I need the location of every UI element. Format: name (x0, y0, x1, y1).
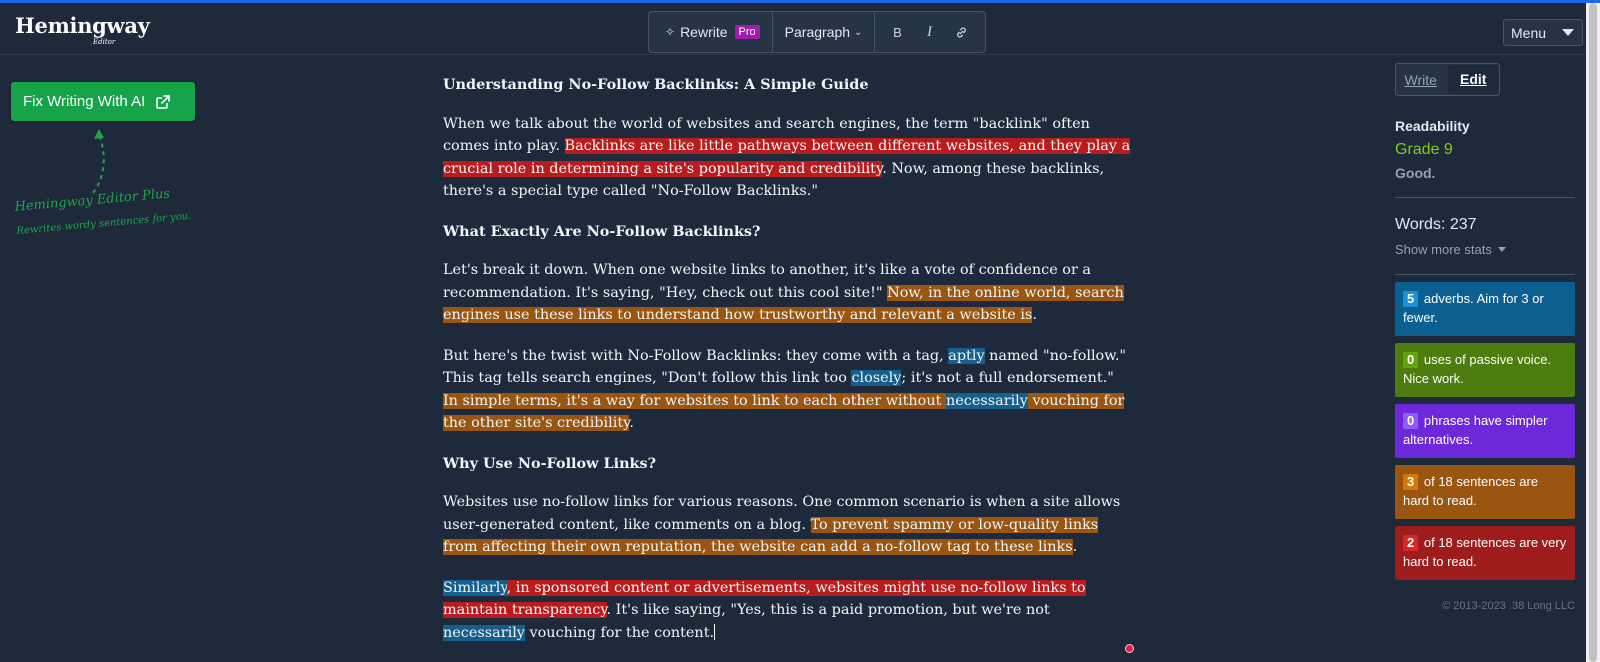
fix-writing-label: Fix Writing With AI (23, 93, 146, 110)
grade-level: Grade 9 (1395, 141, 1453, 158)
copyright: © 2013-2023 .38 Long LLC (1442, 600, 1575, 612)
adverb-highlight: closely (851, 370, 902, 386)
grade-description: Good. (1395, 165, 1436, 181)
very-hard-sentences-stat: 2 of 18 sentences are very hard to read. (1395, 526, 1575, 580)
show-more-label: Show more stats (1395, 242, 1492, 257)
readability-label: Readability (1395, 118, 1470, 134)
bold-button[interactable]: B (883, 18, 911, 46)
adverbs-stat: 5 adverbs. Aim for 3 or fewer. (1395, 282, 1575, 336)
divider (1395, 274, 1575, 275)
scrollbar[interactable] (1586, 3, 1600, 662)
format-buttons: B I (875, 12, 983, 52)
stat-text: of 18 sentences are very hard to read. (1403, 535, 1567, 569)
adverb-highlight: Similarly (443, 579, 507, 596)
stat-count: 0 (1403, 413, 1419, 429)
text-caret (714, 623, 716, 640)
stat-count: 5 (1403, 291, 1419, 307)
editor-plus-subtitle: Rewrites wordy sentences for you. (16, 210, 192, 237)
fix-writing-ai-button[interactable]: Fix Writing With AI (11, 82, 195, 121)
document-editor[interactable]: Understanding No-Follow Backlinks: A Sim… (443, 74, 1133, 662)
mode-toggle: Write Edit (1395, 63, 1500, 96)
hard-sentences-stat: 3 of 18 sentences are hard to read. (1395, 465, 1575, 519)
paragraph-dropdown[interactable]: Paragraph ⌄ (773, 12, 876, 52)
document-title: Understanding No-Follow Backlinks: A Sim… (443, 76, 869, 93)
sparkle-icon: ✧ (665, 25, 676, 39)
pro-badge: Pro (734, 25, 760, 39)
chevron-down-icon: ⌄ (854, 26, 863, 38)
simpler-phrases-stat: 0 phrases have simpler alternatives. (1395, 404, 1575, 458)
edit-mode-button[interactable]: Edit (1447, 65, 1499, 94)
paragraph-3: But here's the twist with No-Follow Back… (443, 347, 1127, 431)
stat-count: 0 (1403, 352, 1419, 368)
heading-no-follow: What Exactly Are No-Follow Backlinks? (443, 222, 761, 240)
stat-text: phrases have simpler alternatives. (1403, 413, 1548, 447)
menu-button[interactable]: Menu (1503, 19, 1583, 46)
link-icon (957, 26, 966, 38)
scrollbar-thumb[interactable] (1589, 3, 1597, 662)
paragraph-label: Paragraph (784, 24, 851, 40)
dashed-arrow-icon (92, 129, 105, 194)
stat-count: 2 (1403, 535, 1419, 551)
write-mode-button[interactable]: Write (1396, 72, 1446, 88)
paragraph-4: Websites use no-follow links for various… (443, 494, 1121, 555)
stat-text: of 18 sentences are hard to read. (1403, 474, 1539, 508)
adverb-highlight: necessarily (443, 624, 525, 641)
passive-voice-stat: 0 uses of passive voice. Nice work. (1395, 343, 1575, 397)
rewrite-button[interactable]: ✧ Rewrite Pro (649, 12, 773, 52)
show-more-stats-button[interactable]: Show more stats (1395, 242, 1575, 257)
top-bar: Hemingway Editor ✧ Rewrite Pro Paragraph… (0, 3, 1600, 55)
paragraph-1: When we talk about the world of websites… (443, 115, 1131, 199)
hard-sentence: In simple terms, it's a way for websites… (443, 392, 946, 409)
menu-label: Menu (1511, 24, 1547, 41)
logo-subtitle: Editor (93, 38, 116, 46)
stat-text: adverbs. Aim for 3 or fewer. (1403, 291, 1544, 325)
link-button[interactable] (947, 18, 975, 46)
heading-why-use: Why Use No-Follow Links? (443, 454, 657, 472)
status-dot-icon[interactable] (1125, 644, 1134, 653)
logo[interactable]: Hemingway (15, 13, 150, 38)
caret-down-icon (1562, 29, 1575, 36)
external-link-icon (156, 94, 171, 109)
divider (1395, 197, 1575, 198)
italic-button[interactable]: I (915, 18, 943, 46)
word-count: Words: 237 (1395, 216, 1477, 233)
adverb-highlight: necessarily (945, 392, 1028, 409)
paragraph-2: Let's break it down. When one website li… (443, 262, 1124, 323)
format-toolbar: ✧ Rewrite Pro Paragraph ⌄ B I (648, 11, 986, 53)
stat-count: 3 (1403, 474, 1419, 490)
stats-sidebar: Write Edit Readability Grade 9 Good. Wor… (1395, 63, 1575, 612)
adverb-highlight: aptly (948, 347, 985, 364)
caret-down-icon (1497, 247, 1506, 252)
rewrite-label: Rewrite (680, 24, 728, 40)
paragraph-5: Similarly, in sponsored content or adver… (443, 579, 1086, 641)
stat-text: uses of passive voice. Nice work. (1403, 352, 1552, 386)
